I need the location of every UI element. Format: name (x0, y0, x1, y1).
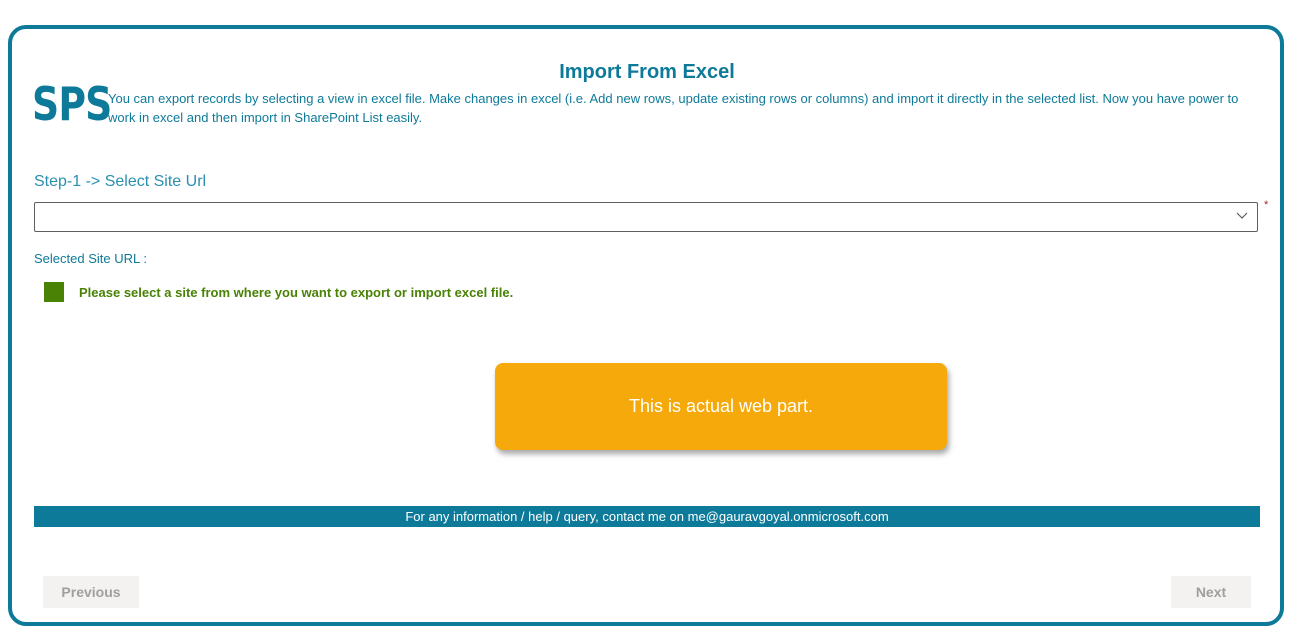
callout-text: This is actual web part. (628, 396, 814, 416)
step-1-label: Step-1 -> Select Site Url (34, 173, 207, 190)
chevron-down-icon (1236, 212, 1248, 219)
status-message: Please select a site from where you want… (79, 285, 514, 300)
selected-site-url-label: Selected Site URL : (34, 251, 147, 266)
page-title: Import From Excel (559, 61, 735, 83)
status-square-icon (44, 282, 64, 302)
contact-footer: For any information / help / query, cont… (34, 506, 1260, 527)
actual-web-part-callout: This is actual web part. (495, 363, 947, 450)
required-asterisk: * (1264, 199, 1269, 211)
previous-button[interactable]: Previous (43, 576, 139, 608)
site-url-dropdown[interactable] (34, 202, 1258, 232)
web-part-frame: Import From Excel SPS You can export rec… (8, 25, 1284, 626)
sps-logo: SPS (32, 77, 112, 131)
next-button[interactable]: Next (1171, 576, 1251, 608)
description-text: You can export records by selecting a vi… (108, 91, 1239, 125)
